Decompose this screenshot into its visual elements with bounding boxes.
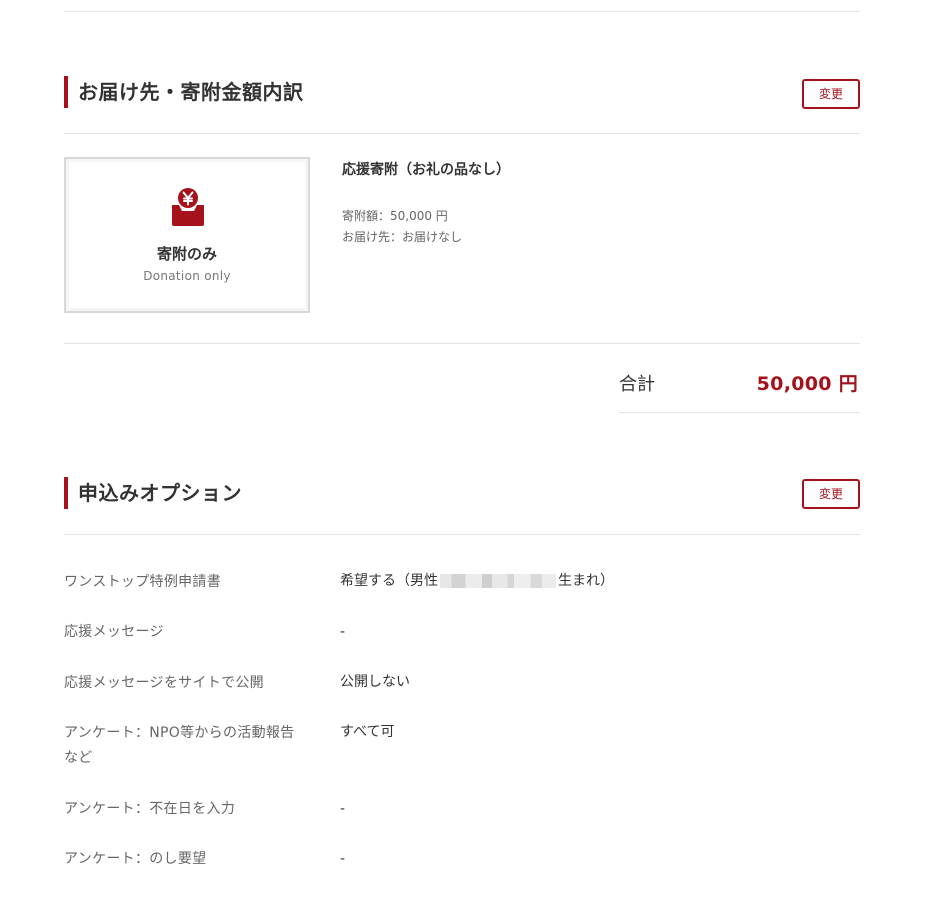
options-section-divider bbox=[64, 534, 860, 535]
item-name: 応援寄附（お礼の品なし） bbox=[342, 162, 510, 178]
delivery-destination-text: お届け先：お届けなし bbox=[342, 230, 463, 244]
delivery-section-divider bbox=[64, 133, 860, 134]
donation-amount-text: 寄附額：50,000 円 bbox=[342, 209, 448, 223]
total-divider bbox=[619, 412, 860, 413]
option-value-survey-noshi: - bbox=[340, 851, 346, 867]
option-value-survey-npo: すべて可 bbox=[340, 724, 395, 740]
option-label-onestop: ワンストップ特例申請書 bbox=[64, 574, 222, 590]
item-divider bbox=[64, 343, 860, 344]
delivery-section-title: お届け先・寄附金額内訳 bbox=[64, 76, 304, 108]
total-label: 合計 bbox=[619, 374, 655, 395]
option-value-survey-absence: - bbox=[340, 801, 346, 817]
delivery-change-button[interactable]: 変更 bbox=[802, 79, 860, 109]
redacted-birthdate bbox=[440, 574, 556, 588]
options-section-title: 申込みオプション bbox=[64, 477, 242, 509]
option-label-message-public: 応援メッセージをサイトで公開 bbox=[64, 675, 264, 691]
yen-donation-box-icon bbox=[172, 188, 204, 226]
option-value-onestop: 希望する（男性 生まれ） bbox=[340, 569, 614, 594]
card-title: 寄附のみ bbox=[156, 245, 217, 263]
option-value-message-public: 公開しない bbox=[340, 674, 410, 690]
option-label-survey-npo: アンケート：NPO等からの活動報告など bbox=[64, 725, 295, 766]
card-subtitle: Donation only bbox=[143, 269, 231, 283]
options-change-button[interactable]: 変更 bbox=[802, 479, 860, 509]
onestop-value-prefix: 希望する（男性 bbox=[340, 573, 438, 589]
option-label-survey-absence: アンケート：不在日を入力 bbox=[64, 801, 236, 817]
option-label-message: 応援メッセージ bbox=[64, 624, 164, 640]
top-divider bbox=[64, 11, 860, 12]
option-value-message: - bbox=[340, 624, 346, 640]
onestop-value-suffix: 生まれ） bbox=[558, 573, 614, 589]
total-value: 50,000 円 bbox=[756, 373, 858, 395]
donation-only-card: 寄附のみ Donation only bbox=[64, 157, 310, 313]
option-label-survey-noshi: アンケート：のし要望 bbox=[64, 851, 207, 867]
